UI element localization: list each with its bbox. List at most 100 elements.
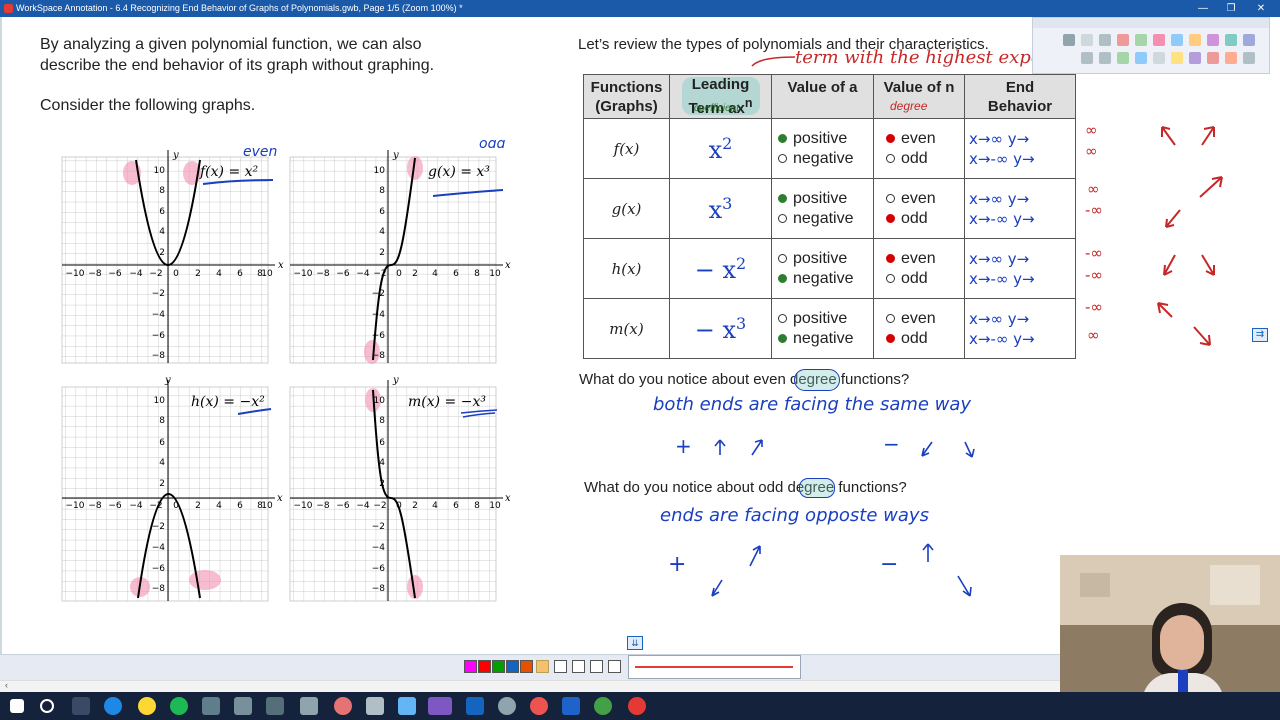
hand-icon[interactable] <box>1099 34 1111 46</box>
svg-text:−2: −2 <box>152 522 165 532</box>
svg-text:2: 2 <box>412 269 418 279</box>
select-icon[interactable] <box>1081 34 1093 46</box>
svg-text:−2: −2 <box>373 501 386 511</box>
redo-icon[interactable] <box>1099 52 1111 64</box>
task-view-icon[interactable] <box>72 697 90 715</box>
svg-text:6: 6 <box>159 438 165 448</box>
tool-icon[interactable] <box>366 697 384 715</box>
grid-icon[interactable] <box>1243 52 1255 64</box>
fn-cell: h(x) <box>583 238 670 299</box>
svg-text:y: y <box>392 375 399 386</box>
header-value-n: Value of n degree <box>873 74 965 119</box>
svg-text:−2: −2 <box>373 269 386 279</box>
workspace-icon[interactable] <box>428 697 452 715</box>
pen-icon[interactable] <box>1117 34 1129 46</box>
line-width-icon[interactable] <box>554 660 567 673</box>
line-style-icon[interactable] <box>572 660 585 673</box>
highlighter-icon[interactable] <box>1135 34 1147 46</box>
annotation-arrow <box>751 56 796 67</box>
next-page-icon[interactable] <box>1117 52 1129 64</box>
disk-icon[interactable] <box>498 697 516 715</box>
maximize-button[interactable]: ❐ <box>1216 0 1246 17</box>
search-icon[interactable] <box>40 699 54 713</box>
svg-text:−6: −6 <box>336 269 350 279</box>
save-icon[interactable] <box>1153 52 1165 64</box>
clock-icon[interactable] <box>530 697 548 715</box>
header-value-a: Value of a <box>771 74 874 119</box>
svg-text:−6: −6 <box>372 564 386 574</box>
color-blue[interactable] <box>506 660 519 673</box>
fn-cell: f(x) <box>583 118 670 179</box>
settings-icon[interactable] <box>1243 34 1255 46</box>
close-button[interactable]: ✕ <box>1246 0 1276 17</box>
norton-icon[interactable] <box>138 697 156 715</box>
eraser-icon[interactable] <box>1153 34 1165 46</box>
clock-tool-icon[interactable] <box>1225 52 1237 64</box>
chrome-icon[interactable] <box>594 697 612 715</box>
arrow-style-icon[interactable] <box>590 660 603 673</box>
prev-page-icon[interactable] <box>1135 52 1147 64</box>
shape-icon[interactable] <box>1171 34 1183 46</box>
line-icon[interactable] <box>1225 34 1237 46</box>
transparency-icon[interactable] <box>608 660 621 673</box>
svg-text:y: y <box>172 150 179 161</box>
pen-preview[interactable] <box>628 655 801 679</box>
brush-icon[interactable] <box>536 660 549 673</box>
polynomial-table: Functions (Graphs) Leading Term axn coeffi… <box>583 74 1076 359</box>
svg-text:10: 10 <box>154 166 166 176</box>
svg-text:4: 4 <box>432 501 438 511</box>
color-orange[interactable] <box>520 660 533 673</box>
svg-text:−8: −8 <box>316 269 330 279</box>
toolbar-grip[interactable] <box>1033 18 1269 28</box>
page-side-icon[interactable]: ⇉ <box>1252 328 1268 342</box>
graph-h-label: h(x) = −x² <box>191 394 265 410</box>
svg-text:8: 8 <box>474 269 480 279</box>
edge-icon[interactable] <box>104 697 122 715</box>
svg-text:10: 10 <box>489 501 501 511</box>
minimize-button[interactable]: — <box>1188 0 1218 17</box>
wrench-icon[interactable] <box>334 697 352 715</box>
start-icon[interactable] <box>10 699 24 713</box>
annotation-toolbar[interactable] <box>1032 17 1270 74</box>
result-m-1: -∞ <box>1085 298 1103 316</box>
undo-icon[interactable] <box>1081 52 1093 64</box>
color-red[interactable] <box>478 660 491 673</box>
pointer-icon[interactable] <box>1063 34 1075 46</box>
color-magenta[interactable] <box>464 660 477 673</box>
calculator-icon[interactable] <box>234 697 252 715</box>
table-row: h(x) − x2 positive negative even odd x→∞ y… <box>583 238 1076 299</box>
answer-odd: ends are facing opposte ways <box>660 505 929 526</box>
color-green[interactable] <box>492 660 505 673</box>
spotify-icon[interactable] <box>170 697 188 715</box>
svg-text:2: 2 <box>379 248 385 258</box>
window-title: WorkSpace Annotation - 6.4 Recognizing E… <box>16 3 463 13</box>
notes-icon[interactable] <box>398 697 416 715</box>
header-end-behavior: End Behavior <box>964 74 1076 119</box>
paint-icon[interactable] <box>266 697 284 715</box>
svg-text:4: 4 <box>379 227 385 237</box>
end-behavior-cell: x→∞ y→ x→-∞ y→ <box>964 238 1076 299</box>
graph-m: y x −10 −8 −6 −4 −2 0 2 4 6 8 10 108642−2−4−6−8 m(… <box>289 375 511 602</box>
svg-text:−2: −2 <box>372 522 385 532</box>
text-icon[interactable] <box>1189 34 1201 46</box>
svg-text:y: y <box>392 150 399 161</box>
svg-text:6: 6 <box>159 207 165 217</box>
graph-g-note: odd <box>479 140 505 152</box>
capture-icon[interactable] <box>1171 52 1183 64</box>
svg-text:4: 4 <box>432 269 438 279</box>
word-icon[interactable] <box>562 697 580 715</box>
odd-arrows <box>711 543 972 597</box>
color-icon[interactable] <box>1207 34 1219 46</box>
value-a-cell: positive negative <box>771 238 874 299</box>
print-icon[interactable] <box>1189 52 1201 64</box>
svg-text:−8: −8 <box>372 584 386 594</box>
chrome-icon-2[interactable] <box>628 697 646 715</box>
svg-text:6: 6 <box>453 269 459 279</box>
delete-icon[interactable] <box>1207 52 1219 64</box>
app-tb-icon[interactable] <box>300 697 318 715</box>
svg-text:4: 4 <box>379 458 385 468</box>
g-icon[interactable] <box>202 697 220 715</box>
collapse-toolbar-icon[interactable]: ⇊ <box>627 636 643 650</box>
sigma-icon[interactable] <box>466 697 484 715</box>
svg-text:10: 10 <box>261 269 273 279</box>
